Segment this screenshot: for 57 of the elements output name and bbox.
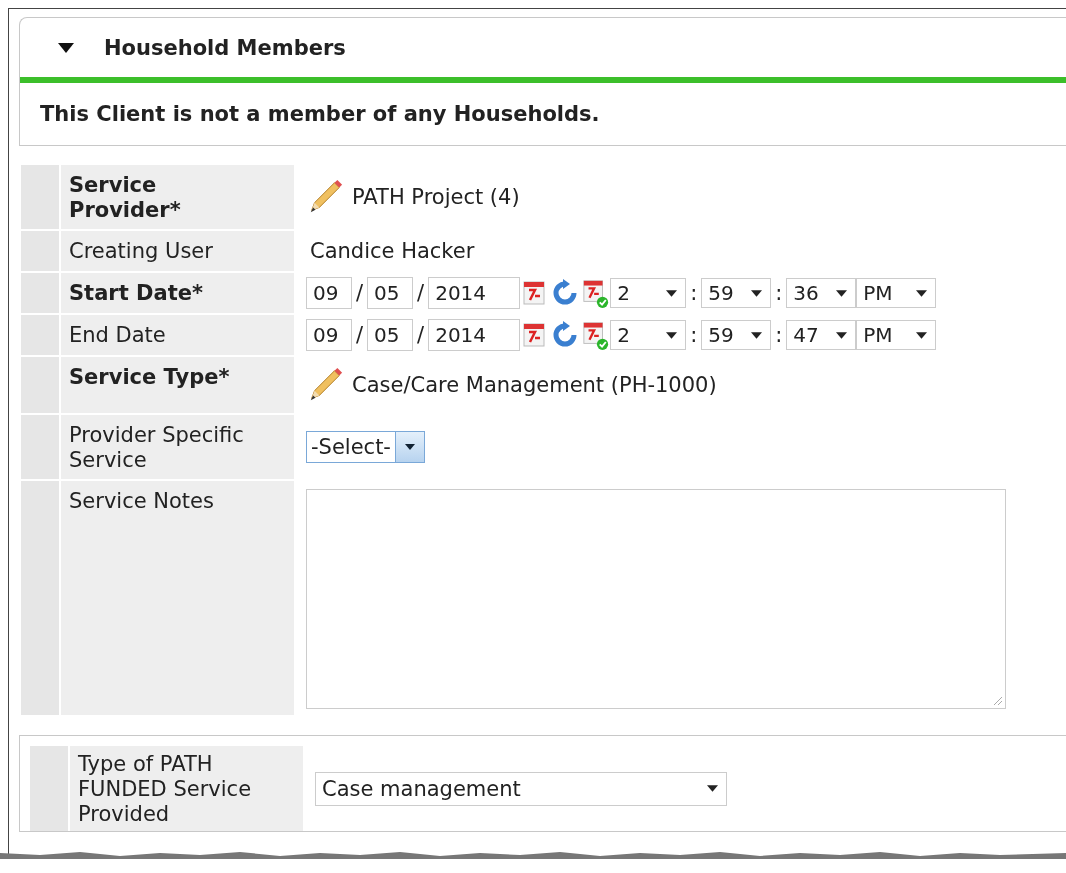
date-input[interactable]: 2014 <box>428 319 521 351</box>
caret-icon <box>666 331 678 339</box>
date-separator: / <box>356 281 364 305</box>
row-gutter <box>21 165 59 229</box>
time-dropdown[interactable]: 2 <box>610 320 687 350</box>
caret-icon <box>751 289 763 297</box>
caret-icon <box>666 289 678 297</box>
field-label: Provider Specific Service <box>69 423 245 473</box>
time-dropdown[interactable]: PM <box>856 278 937 308</box>
calendar-check-icon[interactable] <box>582 277 611 309</box>
field-value: PATH Project (4) <box>352 185 520 209</box>
field-label: Type of PATH FUNDED Service Provided <box>78 752 253 827</box>
row-gutter <box>21 357 59 413</box>
field-label: Service Type* <box>69 365 230 390</box>
caret-icon <box>404 444 415 450</box>
household-message: This Client is not a member of any Households. <box>40 102 600 126</box>
time-separator: : <box>690 281 698 305</box>
caret-icon <box>751 331 763 339</box>
date-separator: / <box>356 323 364 347</box>
row-gutter <box>21 415 59 479</box>
date-input[interactable]: 05 <box>367 319 414 351</box>
date-separator: / <box>417 323 425 347</box>
time-separator: : <box>775 281 783 305</box>
time-separator: : <box>775 323 783 347</box>
caret-icon <box>836 289 848 297</box>
time-dropdown[interactable]: 59 <box>701 278 772 308</box>
field-value: Case/Care Management (PH-1000) <box>352 373 717 397</box>
date-input[interactable]: 2014 <box>428 277 521 309</box>
field-label: Creating User <box>69 239 213 264</box>
collapse-caret-icon[interactable] <box>58 42 74 53</box>
date-input[interactable]: 09 <box>306 319 352 351</box>
field-label: Start Date* <box>69 281 203 306</box>
time-dropdown[interactable]: 47 <box>786 320 857 350</box>
provider-service-select[interactable]: -Select- <box>306 431 425 463</box>
date-separator: / <box>417 281 425 305</box>
time-dropdown[interactable]: 59 <box>701 320 772 350</box>
row-gutter <box>21 273 59 313</box>
section-title: Household Members <box>104 35 346 60</box>
caret-icon <box>916 289 928 297</box>
row-gutter <box>21 231 59 271</box>
time-dropdown[interactable]: PM <box>856 320 937 350</box>
caret-icon <box>707 785 718 792</box>
service-type-dropdown[interactable]: Case management <box>315 771 727 806</box>
caret-icon <box>916 331 928 339</box>
time-dropdown[interactable]: 36 <box>786 278 857 308</box>
time-dropdown[interactable]: 2 <box>610 278 687 308</box>
calendar-check-icon[interactable] <box>582 319 611 351</box>
field-label: Service Provider* <box>69 173 182 223</box>
field-label: End Date <box>69 323 166 348</box>
caret-icon <box>836 331 848 339</box>
field-label: Service Notes <box>69 489 214 514</box>
row-gutter <box>21 315 59 355</box>
resize-grip-icon[interactable] <box>991 694 1003 706</box>
time-separator: : <box>690 323 698 347</box>
date-input[interactable]: 05 <box>367 277 414 309</box>
field-value: Candice Hacker <box>310 239 475 263</box>
date-input[interactable]: 09 <box>306 277 352 309</box>
